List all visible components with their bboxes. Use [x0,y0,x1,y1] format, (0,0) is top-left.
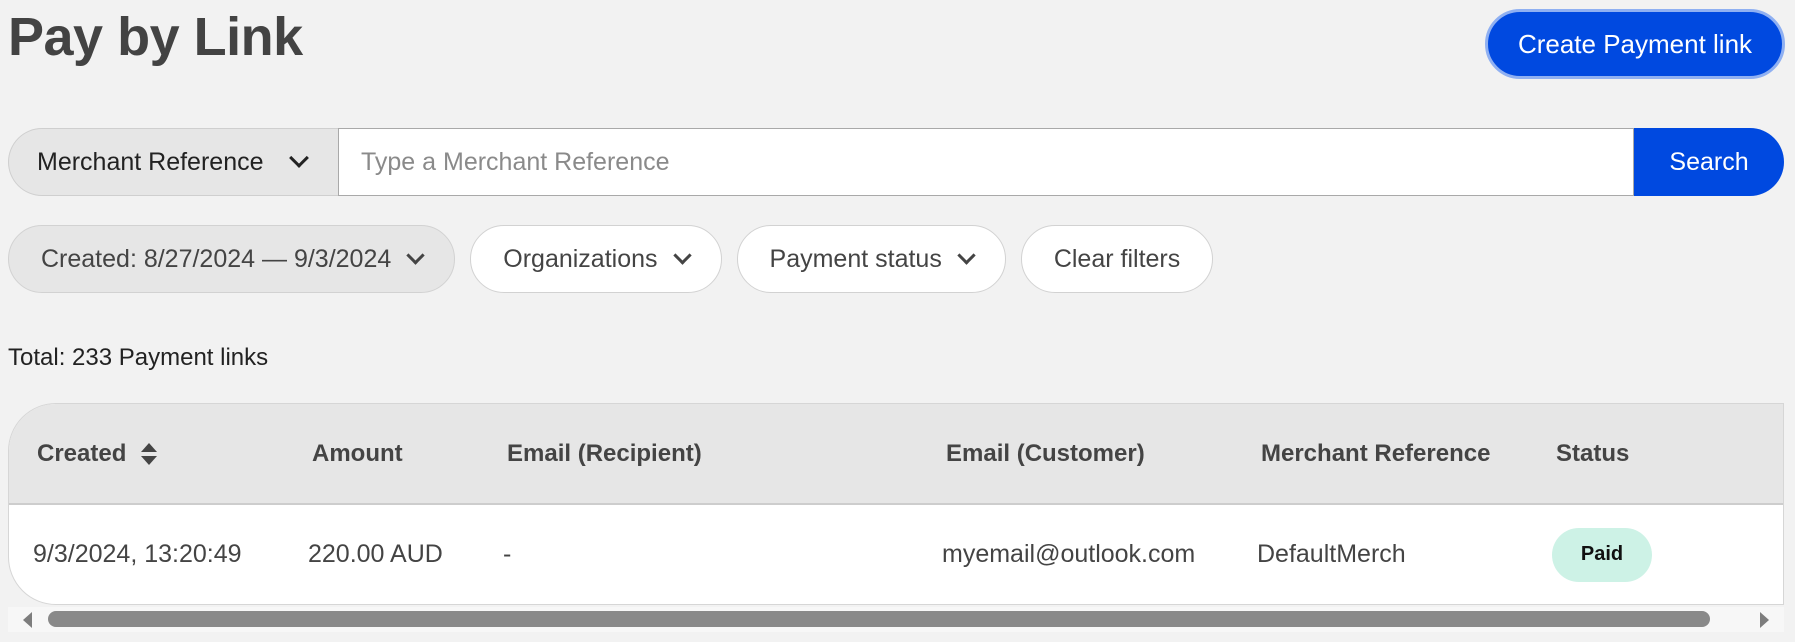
cell-email-customer: myemail@outlook.com [942,540,1196,568]
chevron-down-icon [672,245,692,265]
column-header-email-customer: Email (Customer) [946,439,1145,467]
column-header-status: Status [1556,439,1630,467]
column-header-merchant-reference: Merchant Reference [1261,439,1491,467]
column-header-email-recipient: Email (Recipient) [507,439,702,467]
chevron-down-icon [957,245,976,265]
search-field-label: Merchant Reference [37,147,264,176]
chevron-down-icon [406,245,425,265]
search-field-select[interactable]: Merchant Reference [8,128,338,196]
status-badge: Paid [1552,527,1652,582]
total-count: Total: 233 Payment links [8,344,269,371]
column-header-amount: Amount [312,439,403,467]
table-header: Created Amount Email (Recipient) Email (… [9,404,1783,505]
cell-merchant-reference: DefaultMerch [1257,540,1406,568]
column-header-created-label: Created [37,439,127,467]
horizontal-scrollbar[interactable] [8,607,1784,632]
scroll-left-arrow-icon[interactable] [23,612,32,628]
cell-email-recipient: - [503,540,512,568]
chevron-down-icon [288,148,309,168]
scrollbar-thumb[interactable] [48,611,1710,627]
created-date-filter[interactable]: Created: 8/27/2024 — 9/3/2024 [8,225,456,293]
search-button[interactable]: Search [1634,128,1784,196]
organizations-filter[interactable]: Organizations [470,225,722,293]
payment-status-filter[interactable]: Payment status [736,225,1006,293]
clear-filters-button[interactable]: Clear filters [1020,225,1214,293]
search-input[interactable] [338,128,1634,196]
organizations-filter-label: Organizations [503,244,658,273]
payment-status-filter-label: Payment status [769,244,942,273]
scroll-right-arrow-icon[interactable] [1760,612,1769,628]
page-title: Pay by Link [8,7,303,67]
cell-amount: 220.00 AUD [308,540,443,568]
cell-status: Paid [1552,527,1652,582]
search-bar: Merchant Reference Search [8,128,1784,196]
payment-links-table: Created Amount Email (Recipient) Email (… [8,403,1784,605]
create-payment-link-button[interactable]: Create Payment link [1485,9,1785,79]
created-date-filter-label: Created: 8/27/2024 — 9/3/2024 [41,244,392,273]
column-header-created[interactable]: Created [37,440,158,468]
filters-bar: Created: 8/27/2024 — 9/3/2024 Organizati… [8,225,1214,293]
table-row[interactable]: 9/3/2024, 13:20:49 220.00 AUD - myemail@… [9,505,1783,604]
sort-icon[interactable] [140,443,158,466]
cell-created: 9/3/2024, 13:20:49 [33,540,242,568]
